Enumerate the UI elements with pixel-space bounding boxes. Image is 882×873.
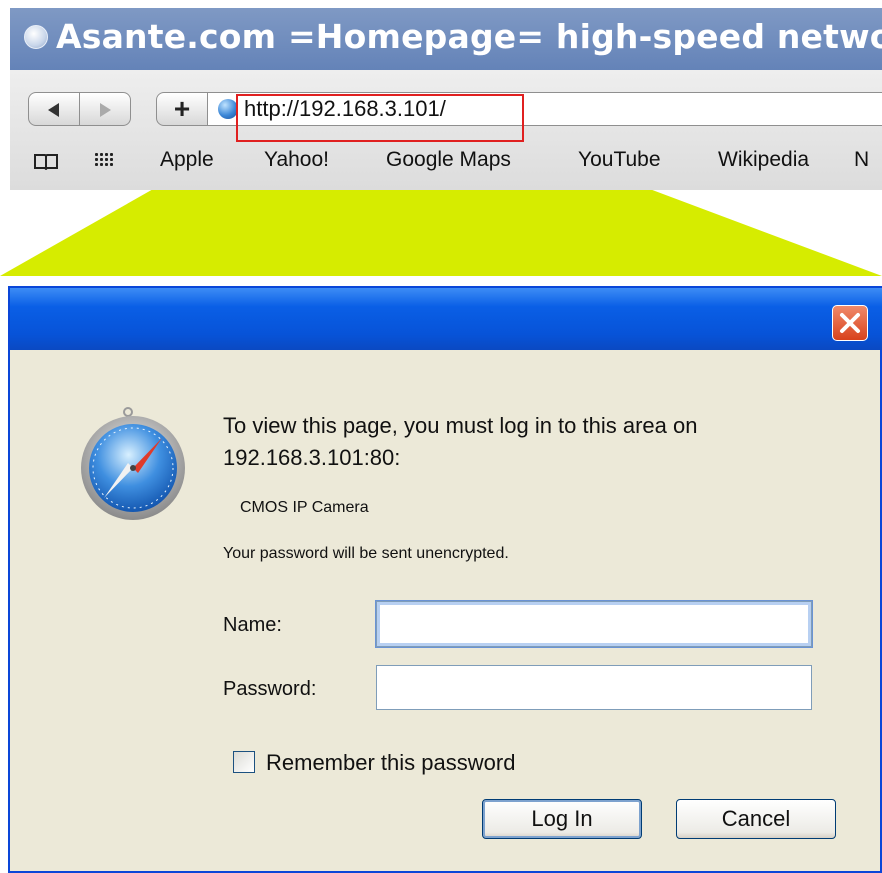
- dialog-title-bar: [10, 288, 882, 350]
- close-icon: [840, 313, 860, 333]
- browser-title-bar: Asante.com =Homepage= high-speed network: [10, 8, 882, 70]
- unencrypted-warning: Your password will be sent unencrypted.: [223, 545, 509, 562]
- forward-icon: [100, 103, 111, 117]
- bookmark-wikipedia[interactable]: Wikipedia: [718, 148, 809, 172]
- password-input[interactable]: [376, 665, 812, 710]
- url-highlight-box: [236, 94, 524, 142]
- forward-button[interactable]: [79, 92, 131, 126]
- safari-compass-icon: [81, 407, 185, 520]
- bookmark-apple[interactable]: Apple: [160, 148, 214, 172]
- close-button[interactable]: [832, 305, 868, 341]
- remember-password-label[interactable]: Remember this password: [266, 750, 515, 776]
- add-icon: +: [173, 93, 191, 124]
- add-bookmark-button[interactable]: +: [156, 92, 208, 126]
- bookmarks-bar: Apple Yahoo! Google Maps YouTube Wikiped…: [10, 142, 872, 182]
- back-icon: [48, 103, 59, 117]
- bookmark-youtube[interactable]: YouTube: [578, 148, 661, 172]
- top-sites-grid-icon[interactable]: [94, 152, 114, 168]
- realm-name: CMOS IP Camera: [240, 499, 369, 516]
- password-label: Password:: [223, 678, 317, 700]
- name-input[interactable]: [376, 601, 812, 647]
- window-title: Asante.com =Homepage= high-speed network: [56, 17, 882, 56]
- bookmark-yahoo[interactable]: Yahoo!: [264, 148, 329, 172]
- title-page-icon: [24, 25, 48, 49]
- cancel-button[interactable]: Cancel: [676, 799, 836, 839]
- login-dialog: To view this page, you must log in to th…: [8, 286, 882, 873]
- bookmark-more[interactable]: N: [854, 148, 869, 172]
- name-label: Name:: [223, 614, 282, 636]
- globe-icon: [218, 99, 238, 119]
- remember-password-checkbox[interactable]: [233, 751, 255, 773]
- bookmark-google-maps[interactable]: Google Maps: [386, 148, 511, 172]
- back-button[interactable]: [28, 92, 80, 126]
- bookmarks-book-icon[interactable]: [34, 152, 58, 170]
- log-in-button[interactable]: Log In: [482, 799, 642, 839]
- login-message: To view this page, you must log in to th…: [223, 413, 698, 470]
